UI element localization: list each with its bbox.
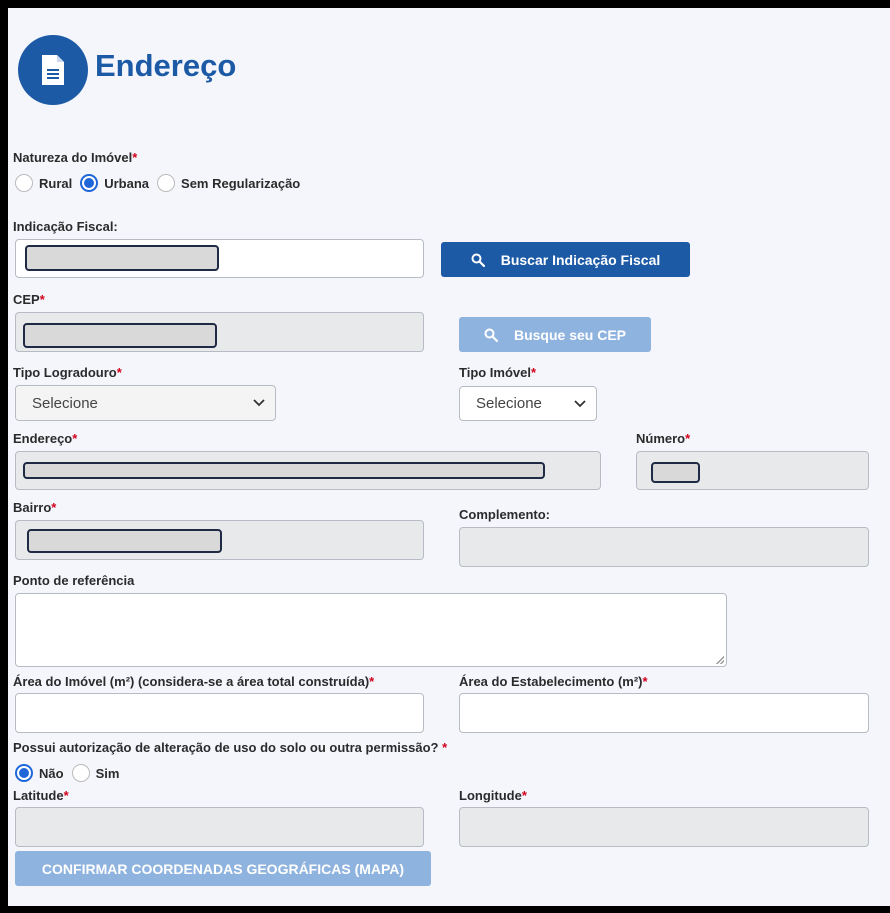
redacted-value [651,462,700,483]
radio-urbana-circle[interactable] [80,174,99,192]
radio-sem-regularizacao-circle[interactable] [157,174,176,192]
radio-sim-label: Sim [95,765,120,781]
redacted-value [27,529,222,553]
tipo-logradouro-label: Tipo Logradouro* [13,365,122,380]
header-badge [18,35,88,105]
cep-input[interactable] [15,312,424,352]
radio-rural-label: Rural [39,175,73,191]
tipo-imovel-selected: Selecione [476,395,542,412]
complemento-input[interactable] [459,527,869,567]
chevron-down-icon [253,399,265,407]
natureza-label: Natureza do Imóvel* [13,150,138,165]
longitude-input[interactable] [459,807,869,847]
cep-label: CEP* [13,292,45,307]
radio-sim-circle[interactable] [71,764,90,782]
latitude-input[interactable] [15,807,424,847]
radio-nao-label: Não [39,765,64,781]
radio-urbana[interactable]: Urbana [80,174,149,192]
confirmar-coordenadas-label: CONFIRMAR COORDENADAS GEOGRÁFICAS (MAPA) [41,860,405,877]
radio-sim[interactable]: Sim [71,764,120,782]
indicacao-fiscal-label: Indicação Fiscal: [13,219,118,234]
ponto-referencia-textarea[interactable] [15,593,727,667]
resize-handle[interactable] [716,656,724,664]
tipo-imovel-select[interactable]: Selecione [459,386,597,421]
search-icon [484,328,498,342]
radio-urbana-label: Urbana [104,175,150,191]
latitude-label: Latitude* [13,788,69,803]
endereco-input[interactable] [15,451,601,490]
radio-rural-circle[interactable] [15,174,33,192]
redacted-value [25,245,219,271]
buscar-indicacao-fiscal-button[interactable]: Buscar Indicação Fiscal [441,242,690,277]
tipo-logradouro-select[interactable]: Selecione [15,385,276,421]
radio-nao-circle[interactable] [15,764,33,782]
radio-rural[interactable]: Rural [15,174,72,192]
bairro-label: Bairro* [13,500,57,515]
longitude-label: Longitude* [459,788,527,803]
area-imovel-label: Área do Imóvel (m²) (considera-se a área… [13,674,375,689]
numero-input[interactable] [636,451,869,490]
autorizacao-label: Possui autorização de alteração de uso d… [13,740,448,755]
redacted-value [23,462,545,479]
busque-cep-button[interactable]: Busque seu CEP [459,317,651,352]
busque-cep-label: Busque seu CEP [513,326,627,343]
search-icon [471,253,485,267]
redacted-value [23,323,217,348]
area-estabelecimento-input[interactable] [459,693,869,733]
autorizacao-radio-group: Não Sim [15,764,127,782]
address-form: Endereço Natureza do Imóvel* Rural Urban… [8,8,890,906]
chevron-down-icon [574,399,586,407]
radio-nao[interactable]: Não [15,764,64,782]
area-imovel-input[interactable] [15,693,424,733]
complemento-label: Complemento: [459,507,550,522]
form-frame: Endereço Natureza do Imóvel* Rural Urban… [8,8,890,906]
natureza-radio-group: Rural Urbana Sem Regularização [15,174,308,192]
tipo-logradouro-selected: Selecione [32,394,98,412]
buscar-indicacao-fiscal-label: Buscar Indicação Fiscal [500,251,661,268]
radio-sem-regularizacao[interactable]: Sem Regularização [157,174,300,192]
bairro-input[interactable] [15,520,424,560]
ponto-referencia-label: Ponto de referência [13,573,135,588]
area-estabelecimento-label: Área do Estabelecimento (m²)* [459,674,648,689]
page-title: Endereço [95,48,237,83]
tipo-imovel-label: Tipo Imóvel* [459,365,537,380]
document-icon [42,55,64,85]
radio-sem-regularizacao-label: Sem Regularização [181,175,301,191]
confirmar-coordenadas-button[interactable]: CONFIRMAR COORDENADAS GEOGRÁFICAS (MAPA) [15,851,431,886]
indicacao-fiscal-input[interactable] [15,239,424,278]
numero-label: Número* [636,431,691,446]
endereco-label: Endereço* [13,431,78,446]
